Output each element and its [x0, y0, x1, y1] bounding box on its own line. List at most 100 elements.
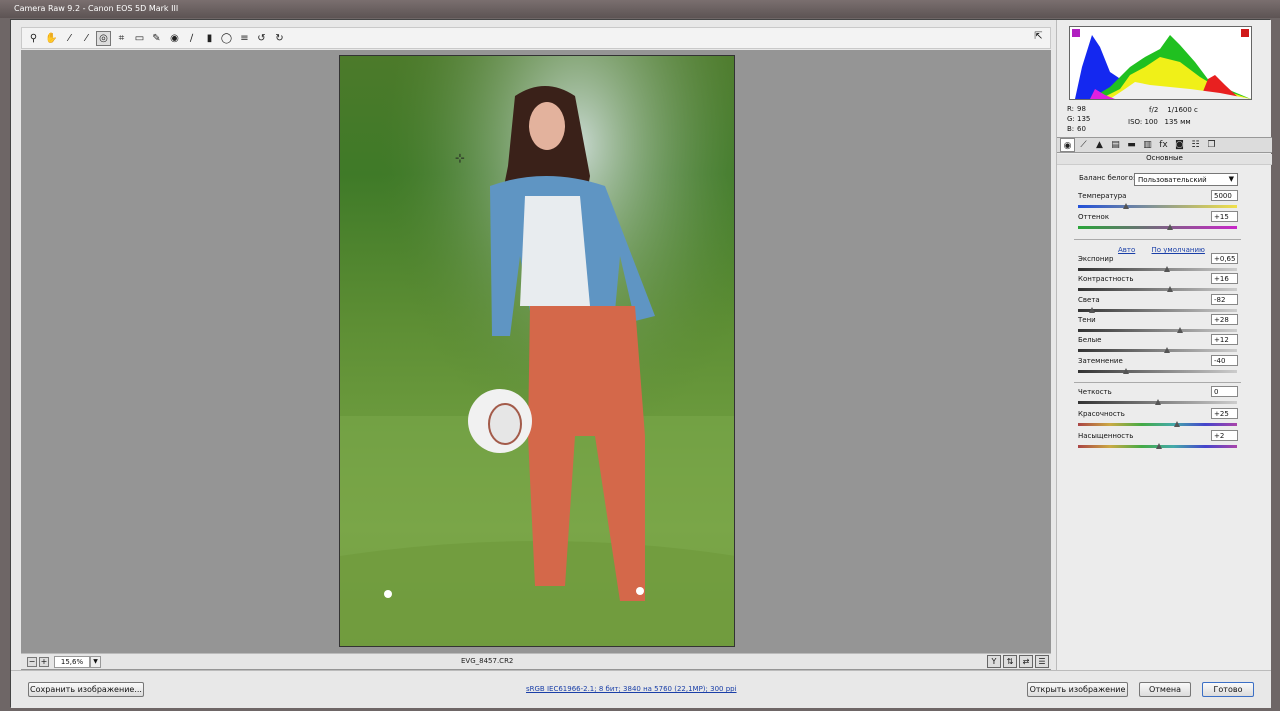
- chevron-down-icon: ▼: [1228, 175, 1234, 183]
- slider-thumb[interactable]: [1173, 421, 1180, 427]
- slider-thumb[interactable]: [1154, 399, 1161, 405]
- crop-tool-icon[interactable]: ⌗: [114, 31, 129, 46]
- slider-thumb[interactable]: [1164, 266, 1170, 272]
- image-canvas[interactable]: ⊹: [21, 50, 1051, 671]
- slider-thumb[interactable]: [1122, 203, 1129, 209]
- slider-thumb[interactable]: [1122, 368, 1129, 374]
- tab-tone-curve[interactable]: ⟋: [1076, 138, 1091, 152]
- white-balance-label: Баланс белого:: [1079, 174, 1136, 182]
- slider-track[interactable]: [1078, 329, 1237, 332]
- slider-label: Насыщенность: [1078, 432, 1134, 440]
- highlight-clipping-icon[interactable]: [1241, 29, 1249, 37]
- before-after-icon[interactable]: ⇅: [1003, 655, 1017, 668]
- swap-icon[interactable]: ⇄: [1019, 655, 1033, 668]
- tab-camera-calibration[interactable]: ◙: [1172, 138, 1187, 152]
- slider-value-field[interactable]: +28: [1211, 314, 1238, 325]
- section-title: Основные: [1057, 154, 1272, 165]
- slider-thumb[interactable]: [1156, 443, 1163, 449]
- cancel-button[interactable]: Отмена: [1139, 682, 1191, 697]
- radial-filter-icon[interactable]: ◯: [219, 31, 234, 46]
- auto-link[interactable]: Авто: [1118, 246, 1135, 254]
- graduated-filter-icon[interactable]: ▮: [202, 31, 217, 46]
- slider-track[interactable]: [1078, 370, 1237, 373]
- tab-effects[interactable]: fx: [1156, 138, 1171, 152]
- workflow-options-link[interactable]: sRGB IEC61966-2.1; 8 бит; 3840 на 5760 (…: [526, 685, 737, 693]
- white-balance-tool-icon[interactable]: ⁄: [62, 31, 77, 46]
- hand-tool-icon[interactable]: ✋: [44, 31, 59, 46]
- zoom-tool-icon[interactable]: ⚲: [26, 31, 41, 46]
- pixel-readout: R: 98 G: 135 B: 60 f/2 1/1600 с ISO: 100 13…: [1067, 104, 1257, 134]
- tab-hsl[interactable]: ▤: [1108, 138, 1123, 152]
- slider-7: Затемнение -40: [1078, 355, 1239, 377]
- slider-10: Насыщенность +2: [1078, 430, 1239, 452]
- panel-tabs: ◉ ⟋ ▲ ▤ ▬ ▥ fx ◙ ☷ ❐: [1057, 137, 1272, 153]
- slider-thumb[interactable]: [1164, 347, 1170, 353]
- slider-label: Света: [1078, 296, 1100, 304]
- settings-menu-icon[interactable]: ☰: [1035, 655, 1049, 668]
- slider-9: Красочность +25: [1078, 408, 1239, 430]
- g-label: G:: [1067, 115, 1075, 123]
- shadow-clipping-icon[interactable]: [1072, 29, 1080, 37]
- fullscreen-toggle-icon[interactable]: ⇱: [1031, 31, 1046, 46]
- adjustment-brush-icon[interactable]: ∕: [184, 31, 199, 46]
- slider-0: Температура 5000: [1078, 190, 1239, 212]
- open-image-button[interactable]: Открыть изображение: [1027, 682, 1128, 697]
- divider: [1074, 239, 1241, 240]
- white-balance-select[interactable]: Пользовательский ▼: [1134, 173, 1238, 186]
- default-link[interactable]: По умолчанию: [1152, 246, 1205, 254]
- slider-4: Света -82: [1078, 294, 1239, 316]
- done-button[interactable]: Готово: [1202, 682, 1254, 697]
- slider-track[interactable]: [1078, 288, 1237, 291]
- photo-preview[interactable]: [339, 55, 735, 647]
- tab-basic[interactable]: ◉: [1060, 138, 1075, 152]
- slider-value-field[interactable]: +0,65: [1211, 253, 1238, 264]
- filter-icon[interactable]: Y: [987, 655, 1001, 668]
- slider-label: Температура: [1078, 192, 1127, 200]
- slider-track[interactable]: [1078, 423, 1237, 426]
- save-image-button[interactable]: Сохранить изображение...: [28, 682, 144, 697]
- slider-track[interactable]: [1078, 309, 1237, 312]
- slider-thumb[interactable]: [1167, 286, 1174, 292]
- rotate-right-icon[interactable]: ↻: [272, 31, 287, 46]
- slider-label: Затемнение: [1078, 357, 1123, 365]
- slider-value-field[interactable]: +25: [1211, 408, 1238, 419]
- slider-value-field[interactable]: +16: [1211, 273, 1238, 284]
- filename-label: EVG_8457.CR2: [461, 657, 514, 665]
- tab-presets[interactable]: ☷: [1188, 138, 1203, 152]
- slider-thumb[interactable]: [1176, 327, 1183, 333]
- tab-detail[interactable]: ▲: [1092, 138, 1107, 152]
- slider-track[interactable]: [1078, 349, 1237, 352]
- b-label: B:: [1067, 125, 1075, 133]
- tab-lens-corrections[interactable]: ▥: [1140, 138, 1155, 152]
- slider-value-field[interactable]: +15: [1211, 211, 1238, 222]
- straighten-tool-icon[interactable]: ▭: [132, 31, 147, 46]
- zoom-level-field[interactable]: 15,6%: [54, 656, 90, 668]
- photo-image: [340, 56, 734, 646]
- slider-value-field[interactable]: +2: [1211, 430, 1238, 441]
- slider-track[interactable]: [1078, 226, 1237, 229]
- zoom-in-button[interactable]: +: [39, 657, 49, 667]
- slider-3: Контрастность +16: [1078, 273, 1239, 295]
- auto-default-links: Авто По умолчанию: [1118, 246, 1219, 254]
- preferences-icon[interactable]: ≡: [237, 31, 252, 46]
- color-sampler-tool-icon[interactable]: ⁄: [79, 31, 94, 46]
- slider-value-field[interactable]: 5000: [1211, 190, 1238, 201]
- slider-thumb[interactable]: [1167, 224, 1174, 230]
- zoom-dropdown-chevron-icon[interactable]: ▼: [90, 656, 101, 668]
- slider-value-field[interactable]: -40: [1211, 355, 1238, 366]
- slider-2: Экспонир +0,65: [1078, 253, 1239, 275]
- slider-track[interactable]: [1078, 205, 1237, 208]
- targeted-adjustment-tool-icon[interactable]: ◎: [96, 31, 111, 46]
- tab-snapshots[interactable]: ❐: [1204, 138, 1219, 152]
- slider-label: Тени: [1078, 316, 1096, 324]
- slider-thumb[interactable]: [1089, 307, 1096, 313]
- tab-split-toning[interactable]: ▬: [1124, 138, 1139, 152]
- spot-removal-tool-icon[interactable]: ✎: [149, 31, 164, 46]
- slider-track[interactable]: [1078, 268, 1237, 271]
- zoom-out-button[interactable]: −: [27, 657, 37, 667]
- slider-value-field[interactable]: 0: [1211, 386, 1238, 397]
- slider-value-field[interactable]: -82: [1211, 294, 1238, 305]
- slider-value-field[interactable]: +12: [1211, 334, 1238, 345]
- red-eye-removal-tool-icon[interactable]: ◉: [167, 31, 182, 46]
- rotate-left-icon[interactable]: ↺: [254, 31, 269, 46]
